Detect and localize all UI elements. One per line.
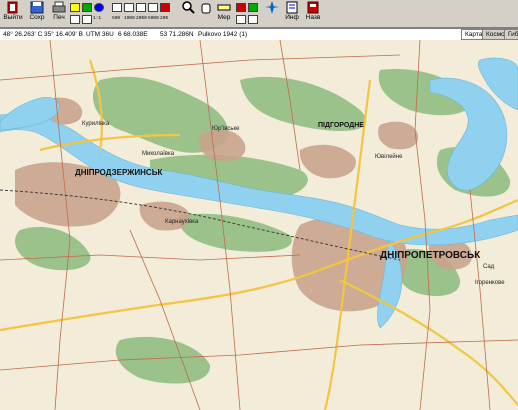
exit-icon bbox=[7, 1, 18, 14]
zoom-label: 1:1 bbox=[93, 16, 102, 21]
names-button[interactable]: Назв bbox=[304, 1, 322, 25]
latitude-readout: 48° 26.263' C bbox=[3, 31, 43, 38]
ruler-button[interactable]: Мер bbox=[216, 1, 232, 25]
map-canvas[interactable]: ДНІПРОПЕТРОВСЬК ДНІПРОДЗЕРЖИНСЬК ПІДГОРО… bbox=[0, 40, 518, 410]
compass-icon bbox=[265, 1, 279, 14]
easting-readout: 6 68.038E bbox=[118, 31, 148, 38]
scale-label-5000: 5000 bbox=[148, 16, 159, 21]
info-button[interactable]: Инф bbox=[284, 1, 300, 25]
search-button[interactable] bbox=[180, 1, 196, 25]
scale-icon[interactable] bbox=[124, 3, 134, 12]
town-label-mykolaivka: Миколаївка bbox=[142, 151, 175, 157]
map-svg[interactable]: ДНІПРОПЕТРОВСЬК ДНІПРОДЗЕРЖИНСЬК ПІДГОРО… bbox=[0, 40, 518, 410]
city-label-dnipropetrovsk: ДНІПРОПЕТРОВСЬК bbox=[380, 250, 481, 261]
scale-label-2000: 2000 bbox=[136, 16, 147, 21]
save-button[interactable]: Сохр bbox=[28, 1, 46, 25]
layer-icon[interactable] bbox=[70, 15, 80, 24]
toolbar: Выйти Сохр Печ 1:1 500 1000 2000 5000 20… bbox=[0, 0, 518, 28]
layer-icon[interactable] bbox=[82, 3, 92, 12]
ruler-icon bbox=[217, 4, 231, 11]
town-label-kurylivka: Курилівка bbox=[82, 121, 110, 127]
book-icon bbox=[307, 1, 319, 14]
exit-button[interactable]: Выйти bbox=[3, 1, 23, 25]
tab-hybrid[interactable]: Гибрид bbox=[504, 29, 518, 40]
route-icon[interactable] bbox=[248, 3, 258, 12]
filter-icon[interactable] bbox=[248, 15, 258, 24]
scale-label-1000: 1000 bbox=[124, 16, 135, 21]
save-icon bbox=[30, 1, 44, 14]
northing-readout: 53 71.286N bbox=[160, 31, 194, 38]
town-label-karnaukhivka: Карнаухівка bbox=[165, 219, 199, 225]
city-label-pidgorodne: ПІДГОРОДНЕ bbox=[318, 122, 364, 129]
print-icon bbox=[52, 1, 66, 13]
scale-icon[interactable] bbox=[136, 3, 146, 12]
hand-button[interactable] bbox=[198, 1, 214, 25]
navigate-button[interactable] bbox=[264, 1, 280, 25]
datum-readout: Pulkovo 1942 (1) bbox=[198, 31, 248, 38]
utm-zone: UTM 36U bbox=[86, 31, 114, 38]
scale-icon[interactable] bbox=[112, 3, 122, 12]
city-label-dniprodzerzhinsk: ДНІПРОДЗЕРЖИНСЬК bbox=[75, 168, 162, 177]
longitude-readout: 35° 16.409' В bbox=[44, 31, 83, 38]
scale-label-500: 500 bbox=[112, 16, 121, 21]
info-icon bbox=[286, 1, 298, 14]
town-label-yurivske: Юр'ївське bbox=[212, 126, 240, 132]
scale-label-200: 200 bbox=[160, 16, 169, 21]
scale-icon[interactable] bbox=[148, 3, 158, 12]
globe-icon[interactable] bbox=[94, 3, 104, 12]
point-icon[interactable] bbox=[236, 3, 246, 12]
forest-areas bbox=[15, 69, 511, 384]
town-label-ihorenkove: Ігоренкове bbox=[475, 280, 505, 286]
grid-icon[interactable] bbox=[236, 15, 246, 24]
search-icon bbox=[182, 1, 195, 14]
hand-icon bbox=[201, 3, 211, 14]
print-button[interactable]: Печ bbox=[50, 1, 68, 25]
town-label-yuvileine: Ювілейне bbox=[375, 153, 403, 160]
town-label-sad: Сад bbox=[483, 264, 495, 270]
layer-icon[interactable] bbox=[70, 3, 80, 12]
scale-icon[interactable] bbox=[160, 3, 170, 12]
layer-icon[interactable] bbox=[82, 15, 92, 24]
